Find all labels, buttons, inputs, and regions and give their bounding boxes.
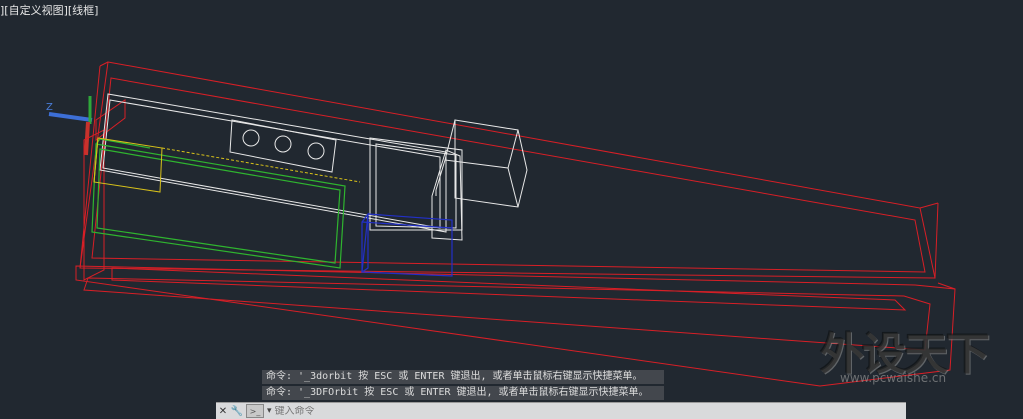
svg-text:Z: Z: [46, 102, 53, 113]
command-history-line: 命令: '_3dorbit 按 ESC 或 ENTER 键退出, 或者单击鼠标右…: [262, 370, 664, 384]
green-cabinet-group: [91, 138, 346, 269]
white-countertop-group: [99, 93, 528, 241]
command-history-line: 命令: '_3DFOrbit 按 ESC 或 ENTER 键退出, 或者单击鼠标…: [262, 386, 664, 400]
yellow-outline-group: [93, 137, 361, 193]
command-input[interactable]: [274, 405, 835, 417]
chevron-down-icon[interactable]: ▾: [267, 406, 272, 416]
watermark-url: www.pcwaishe.cn: [840, 371, 947, 385]
blue-box-group: [361, 212, 453, 277]
command-history: 命令: '_3dorbit 按 ESC 或 ENTER 键退出, 或者单击鼠标右…: [262, 370, 664, 402]
command-line-bar: ✕ 🔧 >_ ▾: [216, 402, 906, 419]
ucs-axis-icon: Z: [46, 96, 93, 156]
